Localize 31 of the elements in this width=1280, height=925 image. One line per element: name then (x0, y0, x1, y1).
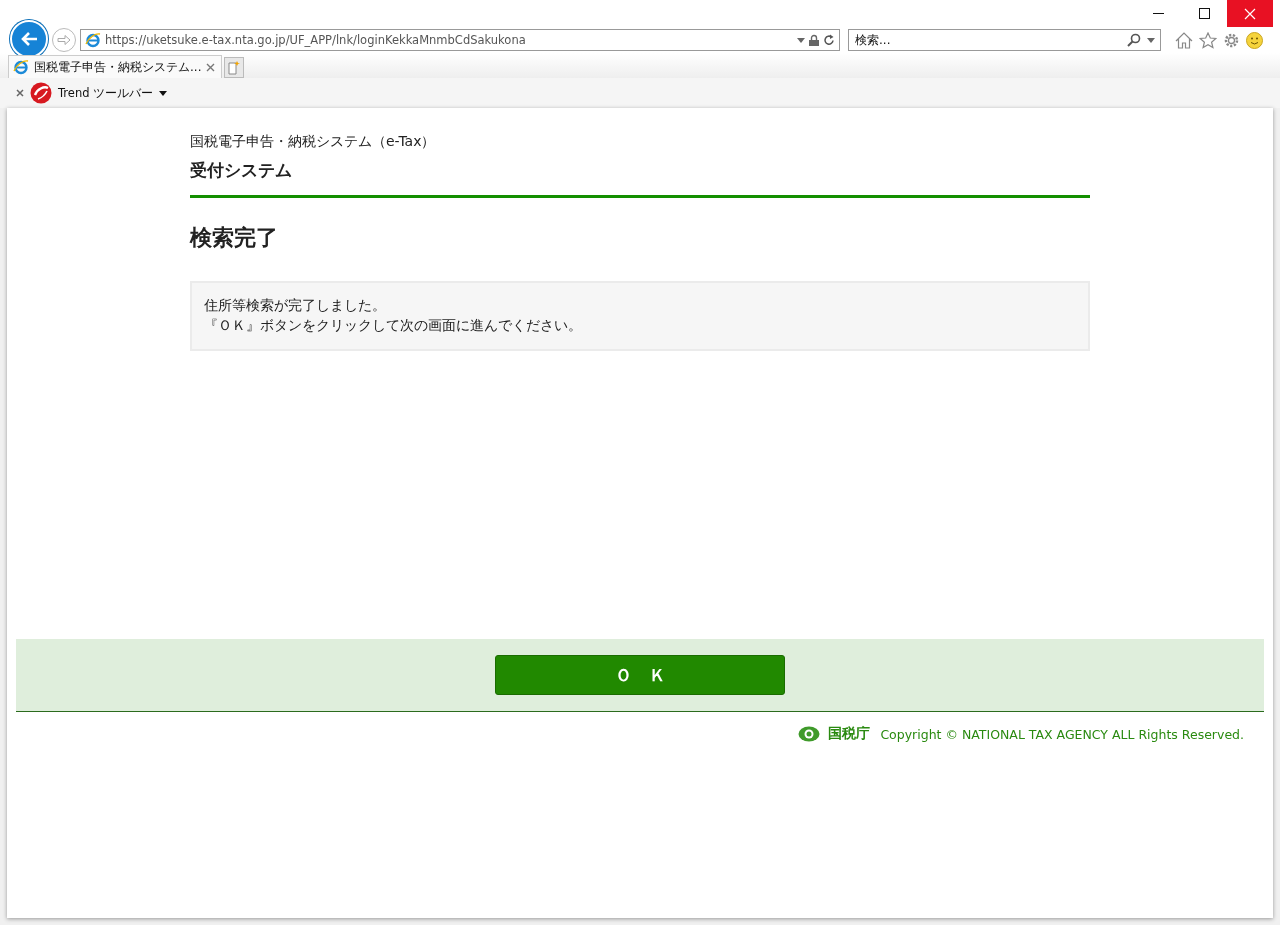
smiley-icon[interactable] (1246, 31, 1263, 49)
subsystem-title: 受付システム (190, 160, 293, 182)
star-icon[interactable] (1199, 31, 1217, 49)
maximize-icon[interactable] (1198, 8, 1210, 19)
browser-tab[interactable]: 国税電子申告・納税システム... (8, 55, 223, 78)
agency-name: 国税庁 (828, 725, 871, 743)
settings-icon[interactable] (1223, 31, 1240, 49)
toolbar-label[interactable]: Trend ツールバー (58, 85, 154, 101)
search-icon[interactable] (1127, 33, 1141, 47)
minimize-icon[interactable] (1152, 12, 1164, 15)
address-bar[interactable]: https://uketsuke.e-tax.nta.go.jp/UF_APP/lnk/loginKekkaMnmbCdSakukona (80, 29, 840, 51)
copyright-text: Copyright © NATIONAL TAX AGENCY ALL Rights Reserved. (880, 726, 1244, 742)
close-icon[interactable] (16, 89, 24, 97)
system-name: 国税電子申告・納税システム（e-Tax） (190, 133, 437, 151)
back-button[interactable] (10, 20, 48, 58)
close-icon[interactable] (206, 62, 216, 72)
back-arrow-icon[interactable] (20, 31, 38, 47)
url-text: https://uketsuke.e-tax.nta.go.jp/UF_APP/lnk/loginKekkaMnmbCdSakukona (105, 33, 527, 47)
message-text: 住所等検索が完了しました。 (204, 296, 387, 315)
ok-button[interactable]: Ｏ Ｋ (495, 655, 785, 695)
trend-logo-icon (30, 82, 52, 104)
agency-emblem-icon (798, 726, 821, 742)
home-icon[interactable] (1175, 31, 1193, 49)
browser-logo-icon (13, 59, 29, 75)
refresh-icon[interactable] (823, 34, 835, 46)
message-text: 『ＯＫ』ボタンをクリックして次の画面に進んでください。 (204, 316, 583, 335)
dropdown-caret-icon[interactable] (159, 90, 168, 96)
browser-logo-icon (85, 32, 101, 48)
page-heading: 検索完了 (190, 224, 279, 252)
search-field[interactable]: 検索... (848, 29, 1161, 51)
lock-icon (809, 34, 819, 46)
